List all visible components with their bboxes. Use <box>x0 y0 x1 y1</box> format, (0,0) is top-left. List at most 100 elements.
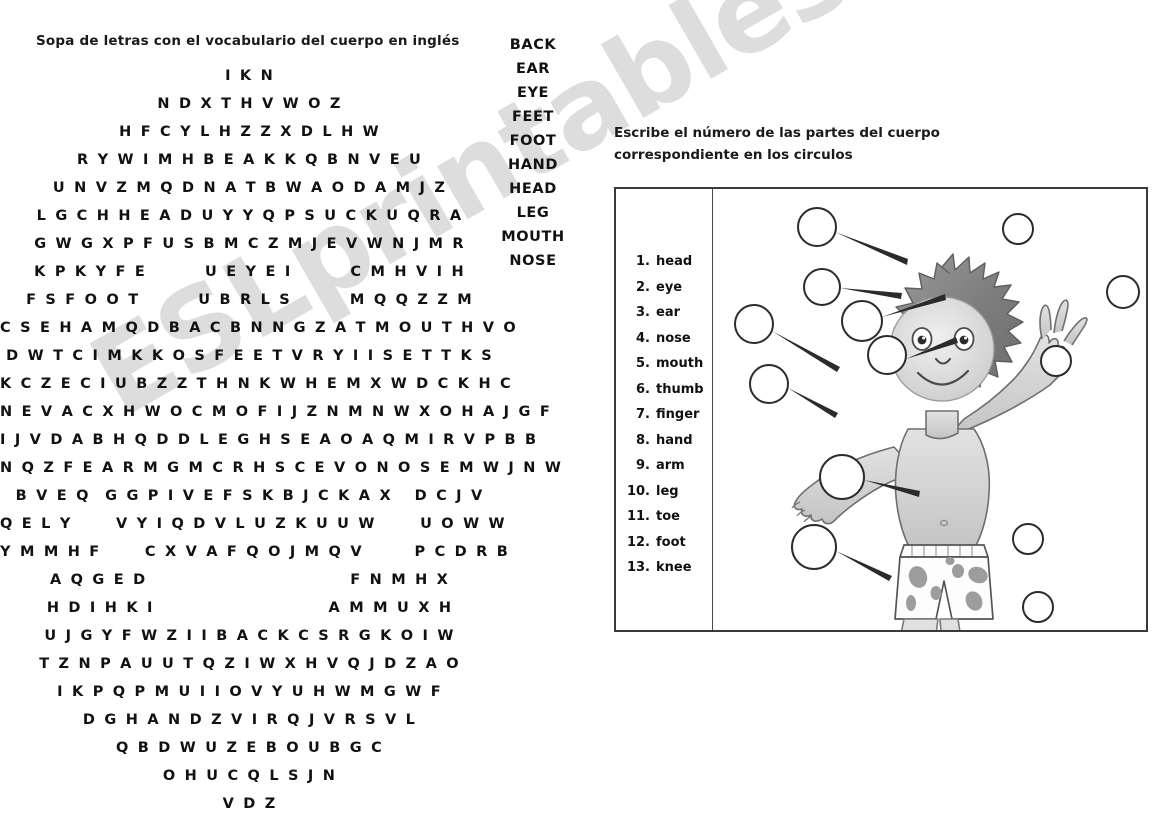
word-search-row: Q B D W U Z E B O U B G C <box>116 740 384 756</box>
word-search-row: F S F O O T U B R L S M Q Q Z Z M <box>26 292 474 308</box>
body-part-name: ear <box>656 305 681 320</box>
body-part-number: 13. <box>626 560 650 575</box>
legs-and-feet <box>901 618 961 630</box>
word-list-item: FOOT <box>509 133 557 149</box>
word-search-row: I J V D A B H Q D D L E G H S E A O A Q … <box>0 432 539 448</box>
answer-circle-11[interactable] <box>1040 345 1072 377</box>
word-list-item: MOUTH <box>501 229 565 245</box>
body-part-list-item: 9. arm <box>624 453 712 479</box>
body-part-list-item: 7. finger <box>624 402 712 428</box>
body-part-name: foot <box>656 534 686 550</box>
word-list-item: HEAD <box>509 181 557 197</box>
word-list: BACK EAR EYE FEET FOOT HAND HEAD LEG MOUTH NOSE <box>493 33 573 273</box>
word-search-row: N Q Z F E A R M G M C R H S C E V O N O … <box>0 460 564 476</box>
body-part-list-item: 5. mouth <box>624 351 712 377</box>
word-search-row: L G C H H E A D U Y Y Q P S U C K U Q R … <box>36 208 464 224</box>
answer-circle-1[interactable] <box>797 207 837 247</box>
body-part-number: 11. <box>626 509 650 524</box>
word-list-item: EAR <box>515 61 551 77</box>
child-figure-illustration <box>734 207 1140 630</box>
body-part-name: toe <box>656 509 680 524</box>
word-list-item: NOSE <box>509 253 557 269</box>
answer-circle-9[interactable] <box>1002 213 1034 245</box>
word-search-row: Q E L Y V Y I Q D V L U Z K U U W U O W … <box>0 516 507 532</box>
word-search-row: N E V A C X H W O C M O F I J Z N M N W … <box>0 404 552 420</box>
word-search-row: D G H A N D Z V I R Q J V R S V L <box>82 712 418 728</box>
answer-circle-5[interactable] <box>867 335 907 375</box>
body-part-name: nose <box>656 330 691 346</box>
body-part-number: 5. <box>636 356 650 371</box>
word-search-row: D W T C I M K K O S F E E T V R Y I I S … <box>6 348 494 364</box>
word-search-grid: I K N N D X T H V W O Z H F C Y L H Z Z X … <box>0 62 564 818</box>
body-part-number: 6. <box>636 381 650 397</box>
body-part-number: 3. <box>636 305 650 320</box>
labeling-instruction: Escribe el número de las partes del cuer… <box>614 122 1014 166</box>
body-part-list-item: 4. nose <box>624 326 712 352</box>
body-part-list-item: 11. toe <box>624 504 712 530</box>
body-part-list-item: 10. leg <box>624 479 712 505</box>
body-part-list-item: 12. foot <box>624 530 712 556</box>
body-part-name: mouth <box>656 356 704 371</box>
answer-circle-7[interactable] <box>819 454 865 500</box>
body-part-name: arm <box>656 458 685 473</box>
body-part-list-item: 13. knee <box>624 555 712 581</box>
word-search-row: O H U C Q L S J N <box>162 768 338 784</box>
word-list-item: LEG <box>516 205 550 221</box>
answer-circle-4[interactable] <box>841 300 883 342</box>
body-part-number: 10. <box>626 483 650 499</box>
word-list-item: HAND <box>508 157 558 173</box>
body-part-number: 1. <box>636 254 650 269</box>
word-search-row: V D Z <box>222 796 278 812</box>
body-part-number: 7. <box>636 407 650 422</box>
word-search-row: Y M M H F C X V A F Q O J M Q V P C D R … <box>0 544 511 560</box>
body-part-number: 4. <box>636 330 650 346</box>
answer-circle-10[interactable] <box>1106 275 1140 309</box>
body-part-name: hand <box>656 432 693 448</box>
body-figure-area <box>712 189 1146 630</box>
word-search-row: U J G Y F W Z I I B A C K C S R G K O I … <box>44 628 456 644</box>
word-search-row: G W G X P F U S B M C Z M J E V W N J M … <box>34 236 466 252</box>
instruction-line-2: correspondiente en los circulos <box>614 147 853 163</box>
word-search-row: T Z N P A U U T Q Z I W X H V Q J D Z A … <box>39 656 461 672</box>
body-part-list-item: 1. head <box>624 249 712 275</box>
word-search-row: B V E Q G G P I V E F S K B J C K A X D … <box>15 488 485 504</box>
body-part-number: 2. <box>636 279 650 295</box>
body-part-name: head <box>656 254 693 269</box>
body-part-name: thumb <box>656 381 704 397</box>
word-search-row: C S E H A M Q D B A C B N N G Z A T M O … <box>0 320 518 336</box>
body-part-list-item: 6. thumb <box>624 377 712 403</box>
word-search-row: U N V Z M Q D N A T B W A O D A M J Z <box>52 180 448 196</box>
answer-circle-2[interactable] <box>803 268 841 306</box>
body-part-name: finger <box>656 407 700 422</box>
page-title: Sopa de letras con el vocabulario del cu… <box>36 33 460 49</box>
word-search-row: K P K Y F E U E Y E I C M H V I H <box>34 264 466 280</box>
word-list-item: FEET <box>511 109 554 125</box>
body-part-number: 12. <box>626 534 650 550</box>
word-search-row: N D X T H V W O Z <box>157 96 343 112</box>
answer-circle-8[interactable] <box>791 524 837 570</box>
body-part-number: 8. <box>636 432 650 448</box>
answer-circle-13[interactable] <box>1022 591 1054 623</box>
word-search-row: K C Z E C I U B Z Z T H N K W H E M X W … <box>0 376 513 392</box>
labeling-panel: 1. head 2. eye 3. ear 4. nose 5. mouth 6. thumb 7. fi… <box>614 187 1148 632</box>
body-part-number: 9. <box>636 458 650 473</box>
word-list-item: BACK <box>509 37 557 53</box>
word-list-item: EYE <box>516 85 550 101</box>
worksheet-page: ESLprintables.com Sopa de letras con el … <box>0 0 1169 821</box>
answer-circle-3[interactable] <box>734 304 774 344</box>
body-part-list-item: 8. hand <box>624 428 712 454</box>
word-search-row: H D I H K I A M M U X H <box>46 600 454 616</box>
body-part-list-item: 3. ear <box>624 300 712 326</box>
body-part-name: eye <box>656 279 683 295</box>
child-head <box>889 253 1024 402</box>
word-search-row: H F C Y L H Z Z X D L H W <box>119 124 381 140</box>
word-search-row: I K N <box>225 68 275 84</box>
body-part-list-item: 2. eye <box>624 275 712 301</box>
word-search-row: R Y W I M H B E A K K Q B N V E U <box>76 152 424 168</box>
instruction-line-1: Escribe el número de las partes del cuer… <box>614 125 940 141</box>
word-search-row: A Q G E D F N M H X <box>49 572 451 588</box>
answer-circle-12[interactable] <box>1012 523 1044 555</box>
answer-circle-6[interactable] <box>749 364 789 404</box>
body-parts-list: 1. head 2. eye 3. ear 4. nose 5. mouth 6. thumb 7. fi… <box>624 249 712 581</box>
word-search-row: I K P Q P M U I I O V Y U H W M G W F <box>57 684 443 700</box>
